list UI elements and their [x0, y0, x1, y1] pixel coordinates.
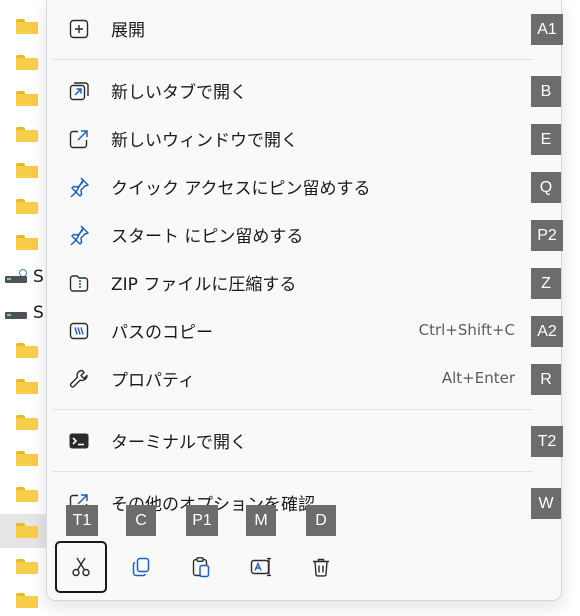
menu-item-compress-zip[interactable]: ZIP ファイルに圧縮する [47, 260, 561, 304]
folder-icon [16, 559, 38, 574]
menu-item-label: パスのコピー [111, 323, 213, 343]
menu-item-properties[interactable]: プロパティ Alt+Enter [47, 356, 561, 400]
new-tab-icon [67, 79, 91, 103]
expand-icon [67, 17, 91, 41]
drive-icon [5, 309, 27, 319]
scissors-icon [72, 557, 90, 577]
keytip-pin-start: P2 [531, 220, 563, 251]
trash-icon [313, 558, 329, 577]
drive-label: S [33, 267, 44, 287]
menu-separator [52, 59, 533, 60]
folder-icon [16, 163, 38, 178]
new-window-icon [67, 127, 91, 151]
keytip-pin-quick-access: Q [531, 172, 561, 203]
folder-icon [16, 127, 38, 142]
menu-item-label: クイック アクセスにピン留めする [111, 179, 371, 199]
rename-button[interactable] [235, 541, 287, 593]
copy-icon [132, 557, 150, 577]
folder-icon [16, 235, 38, 250]
menu-separator [52, 409, 533, 410]
menu-item-pin-quick-access[interactable]: クイック アクセスにピン留めする [47, 164, 561, 208]
folder-icon [16, 55, 38, 70]
copy-button[interactable] [115, 541, 167, 593]
folder-icon [16, 523, 38, 538]
copy-path-icon [67, 319, 91, 343]
menu-item-label: ZIP ファイルに圧縮する [111, 275, 297, 295]
menu-item-label: ターミナルで開く [111, 433, 247, 453]
keytip-open-terminal: T2 [531, 426, 563, 457]
rename-icon [250, 557, 271, 577]
wrench-icon [67, 367, 91, 391]
folder-icon [16, 593, 38, 608]
folder-icon [16, 19, 38, 34]
menu-item-open-new-tab[interactable]: 新しいタブで開く [47, 68, 561, 112]
folder-icon [16, 451, 38, 466]
menu-item-label: 新しいタブで開く [111, 83, 247, 103]
keytip-more-options: W [531, 488, 561, 519]
zip-icon [67, 271, 91, 295]
folder-icon [16, 199, 38, 214]
keytip-open-new-window: E [531, 124, 561, 155]
keytip-compress-zip: Z [531, 268, 561, 299]
keytip-properties: R [531, 364, 561, 395]
folder-icon [16, 343, 38, 358]
terminal-icon [67, 429, 91, 453]
folder-icon [16, 379, 38, 394]
menu-separator [52, 471, 533, 472]
keytip-copy-path: A2 [531, 316, 563, 347]
cut-button[interactable] [55, 541, 107, 593]
keytip-paste: P1 [186, 505, 218, 536]
keytip-open-new-tab: B [531, 76, 561, 107]
menu-item-open-terminal[interactable]: ターミナルで開く [47, 418, 561, 462]
folder-icon [16, 415, 38, 430]
menu-item-pin-start[interactable]: スタート にピン留めする [47, 212, 561, 256]
network-drive-icon [5, 269, 27, 283]
keytip-delete: D [306, 505, 336, 536]
keytip-expand: A1 [531, 14, 563, 45]
menu-item-open-new-window[interactable]: 新しいウィンドウで開く [47, 116, 561, 160]
menu-item-label: スタート にピン留めする [111, 227, 304, 247]
menu-item-more-options[interactable]: その他のオプションを確認 [47, 480, 561, 524]
keytip-cut: T1 [66, 505, 98, 536]
drive-label: S [33, 303, 44, 323]
paste-button[interactable] [175, 541, 227, 593]
menu-item-expand[interactable]: 展開 [47, 6, 561, 50]
context-menu: 展開 新しいタブで開く 新しいウィンドウで開く クイック アクセスにピン留めする… [46, 0, 562, 601]
menu-item-label: プロパティ [111, 371, 195, 391]
paste-icon [192, 557, 210, 578]
shortcut-text: Ctrl+Shift+C [418, 321, 515, 339]
keytip-rename: M [246, 505, 276, 536]
pin-icon [67, 223, 91, 247]
menu-item-copy-path[interactable]: パスのコピー Ctrl+Shift+C [47, 308, 561, 352]
delete-button[interactable] [295, 541, 347, 593]
shortcut-text: Alt+Enter [441, 369, 515, 387]
pin-icon [67, 175, 91, 199]
menu-item-label: 新しいウィンドウで開く [111, 131, 298, 151]
menu-item-label: 展開 [111, 21, 145, 41]
folder-icon [16, 91, 38, 106]
keytip-copy: C [126, 505, 156, 536]
folder-icon [16, 487, 38, 502]
